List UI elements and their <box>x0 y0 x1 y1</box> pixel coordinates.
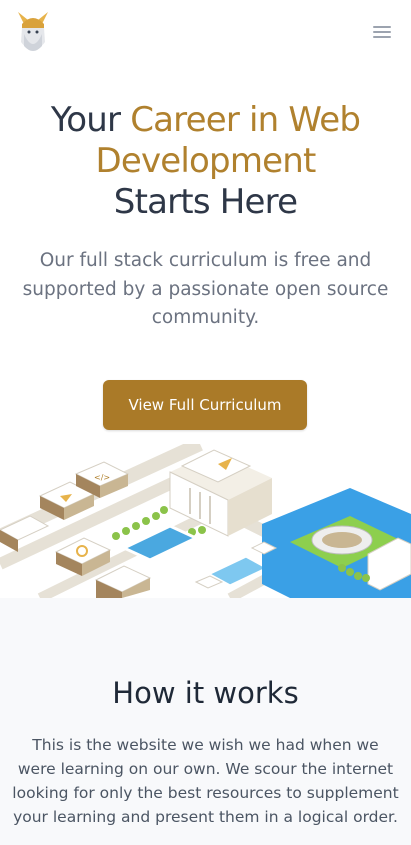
hero-subtitle: Our full stack curriculum is free and su… <box>22 250 389 328</box>
hero-title-accent: Career in Web Development <box>95 100 361 181</box>
hero-title-part2: Starts Here <box>113 182 298 222</box>
menu-bar <box>373 31 391 33</box>
hero-section: Your Career in Web Development Starts Her… <box>0 100 411 328</box>
menu-bar <box>373 36 391 38</box>
menu-bar <box>373 26 391 28</box>
campus-illustration: </> <box>0 444 411 598</box>
how-it-works-title: How it works <box>112 676 299 710</box>
how-it-works-section: How it works This is the website we wish… <box>0 598 411 845</box>
how-it-works-text: This is the website we wish we had when … <box>12 736 399 826</box>
view-curriculum-button[interactable]: View Full Curriculum <box>103 380 307 430</box>
site-header <box>0 0 411 64</box>
odin-helmet-logo-icon[interactable] <box>14 8 52 56</box>
hero-title-part1: Your <box>50 100 131 140</box>
hamburger-menu-button[interactable] <box>371 23 393 41</box>
svg-text:</>: </> <box>94 473 110 482</box>
hero-title: Your Career in Web Development Starts Her… <box>0 100 411 223</box>
